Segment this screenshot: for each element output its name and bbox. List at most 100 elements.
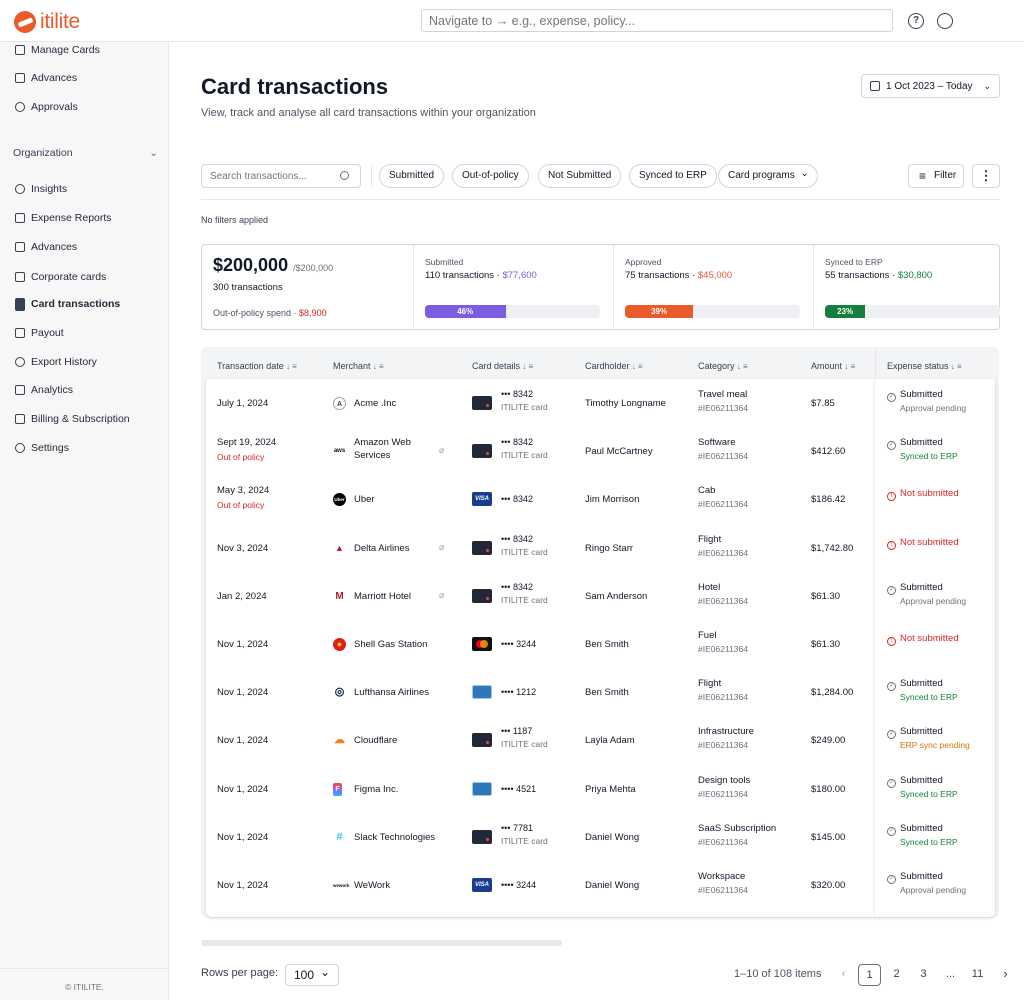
column-header-expense-status[interactable]: Expense status: [887, 361, 962, 371]
amount: $180.00: [811, 783, 846, 795]
column-header-transaction-date[interactable]: Transaction date: [217, 361, 297, 371]
more-options-button[interactable]: ⋮: [972, 164, 1000, 188]
table-row[interactable]: Sept 19, 2024 Out of policy aws Amazon Web S…: [201, 427, 999, 475]
search-transactions-input[interactable]: [201, 164, 361, 188]
stat-progress-fill: 46%: [425, 305, 506, 318]
itilite-logo[interactable]: itilite: [14, 10, 80, 34]
table-row[interactable]: Nov 1, 2024 ◎ Lufthansa Airlines •••• 1212 B…: [201, 668, 999, 716]
total-transactions: 300 transactions: [213, 282, 283, 293]
filter-chip-synced-to-erp[interactable]: Synced to ERP: [629, 164, 717, 188]
sidebar-item-approvals[interactable]: Approvals: [15, 99, 78, 115]
table-row[interactable]: May 3, 2024 Out of policy Uber Uber VISA ••• …: [201, 475, 999, 523]
column-header-category[interactable]: Category: [698, 361, 748, 371]
page-button-1[interactable]: 1: [858, 964, 881, 986]
amount: $7.85: [811, 398, 835, 409]
sidebar-item-label: Expense Reports: [31, 212, 112, 224]
expense-status[interactable]: ! Not submitted: [887, 537, 959, 550]
visa-card-icon: VISA: [472, 492, 492, 507]
amount: $61.30: [811, 590, 841, 602]
column-header-amount[interactable]: Amount: [811, 361, 855, 371]
table-row[interactable]: Nov 1, 2024 F Figma Inc. •••• 4521 Priya Meh…: [201, 765, 999, 813]
sidebar-item-settings[interactable]: Settings: [15, 440, 69, 456]
sidebar-item-export-history[interactable]: Export History: [15, 354, 97, 370]
attachment-icon[interactable]: ⌀: [439, 542, 444, 553]
chip-label: Card programs: [728, 170, 795, 181]
stat-transactions: 75 transactions · $45,000: [625, 270, 732, 281]
sidebar-group-organization[interactable]: Organization ⌄: [13, 147, 158, 159]
sidebar-item-card-transactions[interactable]: Card transactions: [15, 296, 120, 312]
filter-chip-card-programs[interactable]: Card programs ⌄: [718, 164, 818, 188]
navigate-search-input[interactable]: [421, 9, 893, 32]
expense-status[interactable]: ✓ Submitted: [887, 726, 943, 740]
sidebar-item-advances[interactable]: Advances: [15, 239, 77, 255]
cardholder-name: Layla Adam: [585, 735, 635, 747]
merchant-logo-icon: wework: [333, 883, 350, 888]
page-button-3[interactable]: 3: [912, 964, 935, 986]
expense-code: #IE06211364: [698, 595, 748, 606]
merchant-name: Delta Airlines: [354, 542, 410, 554]
table-row[interactable]: Jan 2, 2024 M Marriott Hotel ⌀ ••• 8342 ITILI…: [201, 572, 999, 620]
expense-code: #IE06211364: [698, 692, 748, 703]
sidebar-item-expense-reports[interactable]: Expense Reports: [15, 210, 112, 226]
filter-chip-submitted[interactable]: Submitted: [379, 164, 445, 188]
table-row[interactable]: Nov 1, 2024 # Slack Technologies ••• 7781 IT…: [201, 813, 999, 861]
expense-code: #IE06211364: [698, 740, 748, 751]
expense-status[interactable]: ✓ Submitted: [887, 582, 943, 595]
card-program: ITILITE card: [501, 546, 548, 557]
stat-progress-track: 46%: [425, 305, 600, 318]
table-row[interactable]: Nov 1, 2024 wework WeWork VISA •••• 3244 Dani…: [201, 861, 999, 909]
expense-status[interactable]: ✓ Submitted: [887, 871, 943, 884]
attachment-icon[interactable]: ⌀: [439, 445, 444, 456]
expense-status[interactable]: ✓ Submitted: [887, 775, 943, 788]
sidebar-item-advances[interactable]: Advances: [15, 70, 77, 86]
filter-chip-out-of-policy[interactable]: Out-of-policy: [452, 164, 529, 188]
page-button-2[interactable]: 2: [885, 964, 908, 986]
user-profile-icon[interactable]: [937, 13, 953, 29]
sidebar-item-billing-subscription[interactable]: Billing & Subscription: [15, 411, 130, 427]
expense-status[interactable]: ✓ Submitted: [887, 389, 943, 402]
rows-per-page-select[interactable]: 100: [285, 962, 339, 986]
expense-status[interactable]: ✓ Submitted: [887, 678, 943, 692]
column-header-cardholder[interactable]: Cardholder: [585, 361, 643, 371]
cardholder-name: Ringo Starr: [585, 542, 634, 554]
sidebar-item-analytics[interactable]: Analytics: [15, 382, 73, 398]
sidebar-divider: [0, 968, 169, 969]
cardholder-name: Ben Smith: [585, 639, 629, 650]
card-number: ••• 8342: [501, 581, 533, 592]
sidebar-footer: © ITILITE.: [65, 982, 104, 992]
sidebar-item-corporate-cards[interactable]: Corporate cards: [15, 269, 106, 285]
out-of-policy-spend: Out-of-policy spend · $8,900: [213, 308, 327, 318]
table-row[interactable]: Nov 3, 2024 ▲ Delta Airlines ⌀ ••• 8342 ITILI…: [201, 524, 999, 572]
column-header-card-details[interactable]: Card details: [472, 361, 533, 371]
date-range-button[interactable]: 1 Oct 2023 – Today ⌄: [861, 74, 1000, 98]
page-button-11[interactable]: 11: [966, 964, 989, 986]
status-label: Not submitted: [900, 633, 959, 644]
filter-button[interactable]: Filter: [908, 164, 964, 188]
category-name: Cab: [698, 485, 716, 497]
table-row[interactable]: July 1, 2024 A Acme .Inc ••• 8342 ITILITE ca…: [201, 379, 999, 427]
help-icon[interactable]: ?: [908, 13, 924, 29]
table-row[interactable]: Nov 1, 2024 ● Shell Gas Station •••• 3244 Be…: [201, 620, 999, 668]
sidebar-item-manage-cards[interactable]: Manage Cards: [15, 42, 100, 58]
card-number: ••• 8342: [501, 494, 533, 505]
filter-chip-not-submitted[interactable]: Not Submitted: [538, 164, 622, 188]
merchant-name: Amazon Web: [354, 437, 411, 449]
card-number: •••• 3244: [501, 880, 537, 890]
expense-status[interactable]: ✓ Submitted: [887, 437, 943, 451]
expense-status[interactable]: ! Not submitted: [887, 633, 959, 646]
sidebar-item-label: Corporate cards: [31, 271, 107, 283]
expense-status[interactable]: ! Not submitted: [887, 488, 959, 502]
search-icon[interactable]: [340, 171, 349, 180]
payout-icon: [15, 328, 25, 338]
column-header-merchant[interactable]: Merchant: [333, 361, 384, 371]
sidebar-item-insights[interactable]: Insights: [15, 181, 67, 197]
pagination-next-button[interactable]: ›: [994, 964, 1017, 986]
expense-code: #IE06211364: [698, 451, 748, 462]
attachment-icon[interactable]: ⌀: [439, 590, 444, 601]
table-row[interactable]: Nov 1, 2024 ☁ Cloudflare ••• 1187 ITILITE ca…: [201, 716, 999, 764]
expense-status[interactable]: ✓ Submitted: [887, 823, 943, 836]
horizontal-scrollbar[interactable]: [201, 940, 562, 946]
date-range-label: 1 Oct 2023 – Today: [886, 80, 973, 92]
sidebar-item-payout[interactable]: Payout: [15, 325, 64, 341]
pagination-prev-button[interactable]: ‹: [832, 964, 855, 986]
